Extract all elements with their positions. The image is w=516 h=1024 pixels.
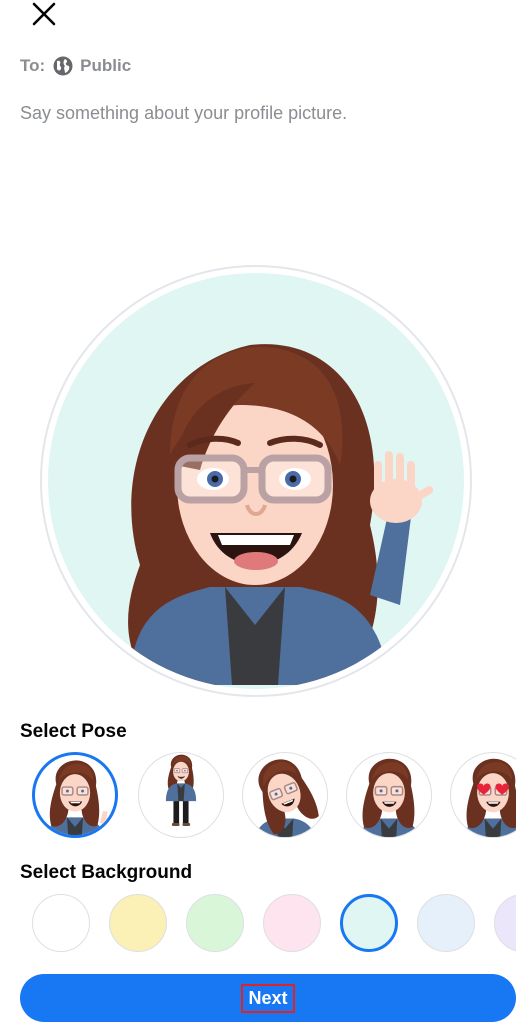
caption-input[interactable]: Say something about your profile picture… [20,103,347,124]
audience-selector[interactable]: To: Public [20,54,131,78]
pose-option-winking[interactable] [346,752,432,838]
pose-full-body-thumbnail [165,754,197,827]
background-swatch-pink[interactable] [263,894,321,952]
pose-heart-eyes-thumbnail [459,757,516,837]
pose-option-heart-eyes[interactable] [450,752,516,838]
select-pose-title: Select Pose [20,721,127,742]
background-swatch-green[interactable] [186,894,244,952]
pose-waving-thumbnail [43,759,108,835]
audience-prefix: To: [20,56,46,75]
pose-option-waving[interactable] [32,752,118,838]
background-swatch-yellow[interactable] [109,894,167,952]
next-button-label: Next [241,983,295,1013]
next-button[interactable]: Next [20,974,516,1022]
select-background-title: Select Background [20,862,193,883]
profile-picture-preview [40,265,476,705]
background-selector [32,894,516,956]
pose-option-full-body[interactable] [138,752,224,838]
pose-selector [32,752,516,844]
avatar-waving-pose [128,344,434,685]
background-swatch-mint[interactable] [340,894,398,952]
background-swatch-light-blue[interactable] [417,894,475,952]
close-button[interactable] [26,0,62,32]
audience-value: Public [80,56,132,75]
pose-winking-thumbnail [355,757,423,837]
pose-option-tilted-head[interactable] [242,752,328,838]
background-swatch-white[interactable] [32,894,90,952]
globe-icon [53,56,73,76]
close-icon [32,2,56,26]
pose-tilted-head-thumbnail [246,753,322,837]
background-swatch-lavender[interactable] [494,894,516,952]
